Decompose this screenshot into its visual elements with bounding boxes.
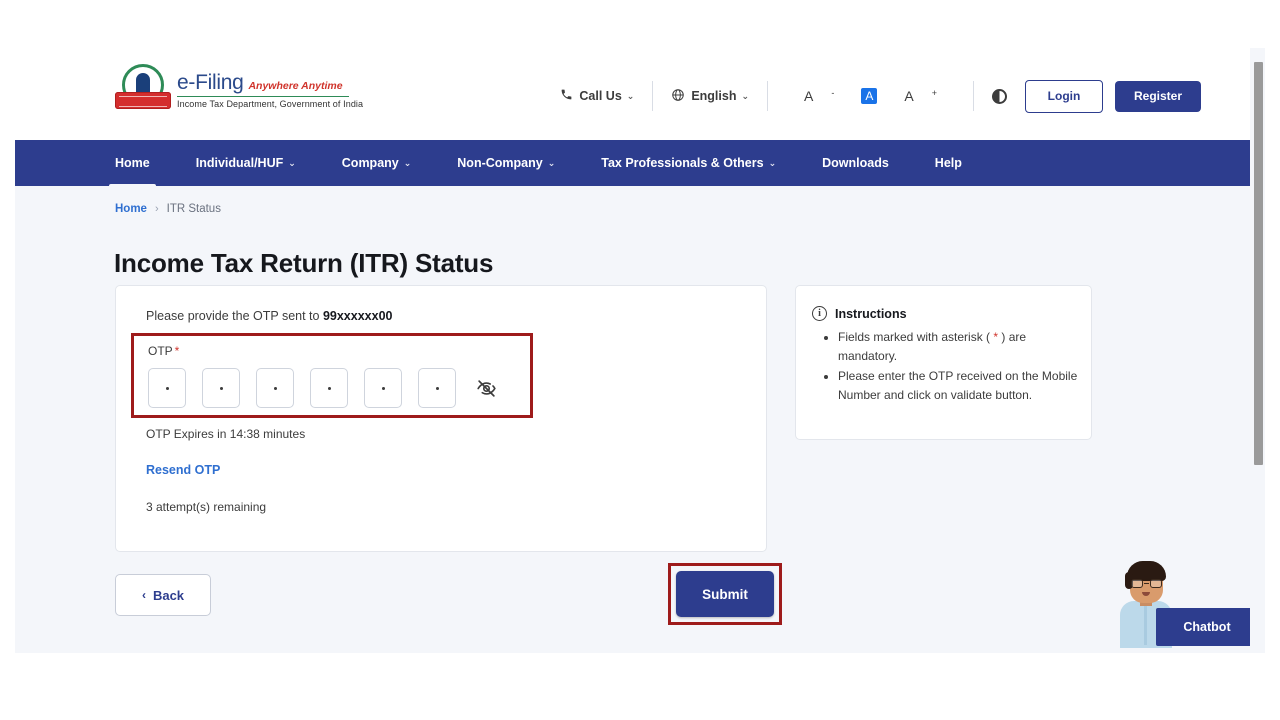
site-logo[interactable]: e-Filing Anywhere Anytime Income Tax Dep…: [115, 62, 363, 118]
header-divider-1: [652, 81, 654, 111]
font-increase-button[interactable]: A +: [895, 88, 946, 105]
brand-tagline: Anywhere Anytime: [248, 79, 343, 92]
login-button[interactable]: Login: [1025, 79, 1103, 113]
instruction-item: Please enter the OTP received on the Mob…: [838, 367, 1086, 405]
instruction-item: Fields marked with asterisk ( * ) are ma…: [838, 328, 1086, 366]
vertical-scrollbar[interactable]: [1250, 48, 1265, 653]
submit-button[interactable]: Submit: [676, 571, 774, 617]
phone-icon: [560, 88, 573, 104]
language-menu[interactable]: English ⌄: [671, 88, 749, 105]
eye-off-icon[interactable]: [476, 378, 497, 399]
breadcrumb: Home › ITR Status: [115, 203, 221, 215]
contrast-icon[interactable]: [992, 88, 1007, 104]
otp-field-label: OTP *: [148, 344, 180, 358]
nav-item-individual-huf[interactable]: Individual/HUF ⌄: [196, 140, 296, 186]
nav-item-non-company[interactable]: Non-Company ⌄: [457, 140, 555, 186]
otp-digit-6[interactable]: [418, 368, 456, 408]
instructions-header: i Instructions: [812, 306, 907, 321]
resend-otp-link[interactable]: Resend OTP: [146, 463, 220, 477]
back-button[interactable]: ‹ Back: [115, 574, 211, 616]
header-controls: Call Us ⌄ English ⌄ A- A A + Login Regis…: [560, 74, 1201, 118]
chevron-down-icon: ⌄: [768, 157, 777, 168]
browser-viewport: e-Filing Anywhere Anytime Income Tax Dep…: [15, 48, 1265, 653]
chevron-left-icon: ‹: [141, 588, 146, 602]
main-navigation: Home Individual/HUF ⌄ Company ⌄ Non-Compan…: [15, 140, 1265, 191]
chevron-down-icon: ⌄: [626, 90, 635, 101]
breadcrumb-current: ITR Status: [166, 203, 221, 215]
otp-field-annotation: OTP *: [131, 333, 533, 418]
brand-subtitle: Income Tax Department, Government of Ind…: [177, 99, 364, 110]
otp-input-group: [148, 368, 497, 408]
chevron-down-icon: ⌄: [403, 157, 412, 168]
masked-mobile-number: 99xxxxxx00: [322, 309, 393, 323]
nav-item-tax-professionals[interactable]: Tax Professionals & Others ⌄: [601, 140, 776, 186]
national-emblem-icon: [115, 62, 171, 118]
chevron-down-icon: ⌄: [741, 90, 750, 101]
brand-name: e-Filing: [177, 70, 244, 94]
chatbot-button[interactable]: Chatbot: [1156, 608, 1258, 646]
otp-expiry-text: OTP Expires in 14:38 minutes: [146, 427, 306, 441]
chevron-down-icon: ⌄: [547, 157, 556, 168]
chevron-down-icon: ⌄: [288, 157, 296, 168]
required-asterisk: *: [174, 344, 180, 358]
call-us-label: Call Us: [579, 89, 622, 103]
chatbot-widget: Chatbot: [1098, 556, 1258, 653]
site-header: e-Filing Anywhere Anytime Income Tax Dep…: [15, 48, 1265, 140]
otp-instruction-prefix: Please provide the OTP sent to: [146, 309, 323, 323]
header-divider-3: [973, 81, 974, 111]
nav-item-company[interactable]: Company ⌄: [342, 140, 412, 186]
otp-digit-4[interactable]: [310, 368, 348, 408]
otp-digit-1[interactable]: [148, 368, 186, 408]
globe-icon: [671, 88, 685, 105]
nav-items: Home Individual/HUF ⌄ Company ⌄ Non-Compan…: [109, 140, 1008, 191]
brand-divider: [177, 95, 349, 98]
call-us-menu[interactable]: Call Us ⌄: [560, 88, 634, 104]
otp-digit-2[interactable]: [202, 368, 240, 408]
instructions-panel: i Instructions Fields marked with asteri…: [795, 285, 1092, 440]
brand-text: e-Filing Anywhere Anytime Income Tax Dep…: [177, 70, 364, 110]
breadcrumb-home[interactable]: Home: [115, 203, 147, 215]
otp-instruction-text: Please provide the OTP sent to 99xxxxxx0…: [146, 309, 392, 323]
language-label: English: [691, 89, 737, 103]
nav-item-home[interactable]: Home: [109, 140, 156, 191]
otp-digit-3[interactable]: [256, 368, 294, 408]
otp-card: Please provide the OTP sent to 99xxxxxx0…: [115, 285, 767, 552]
scrollbar-thumb[interactable]: [1254, 62, 1263, 465]
accessibility-controls: A- A A +: [786, 88, 955, 105]
header-divider-2: [767, 81, 769, 111]
page-title: Income Tax Return (ITR) Status: [114, 248, 494, 278]
otp-digit-5[interactable]: [364, 368, 402, 408]
attempts-remaining-text: 3 attempt(s) remaining: [146, 500, 267, 514]
register-button[interactable]: Register: [1115, 80, 1201, 112]
info-icon: i: [812, 306, 827, 321]
font-decrease-button[interactable]: A-: [795, 88, 843, 105]
nav-item-downloads[interactable]: Downloads: [822, 140, 889, 186]
instructions-list: Fields marked with asterisk ( * ) are ma…: [822, 328, 1086, 406]
screenshot-root: e-Filing Anywhere Anytime Income Tax Dep…: [0, 0, 1280, 720]
nav-item-help[interactable]: Help: [935, 140, 962, 186]
instructions-title: Instructions: [835, 306, 907, 321]
breadcrumb-separator: ›: [154, 203, 159, 215]
font-normal-button[interactable]: A: [861, 88, 878, 104]
back-button-label: Back: [152, 587, 185, 603]
